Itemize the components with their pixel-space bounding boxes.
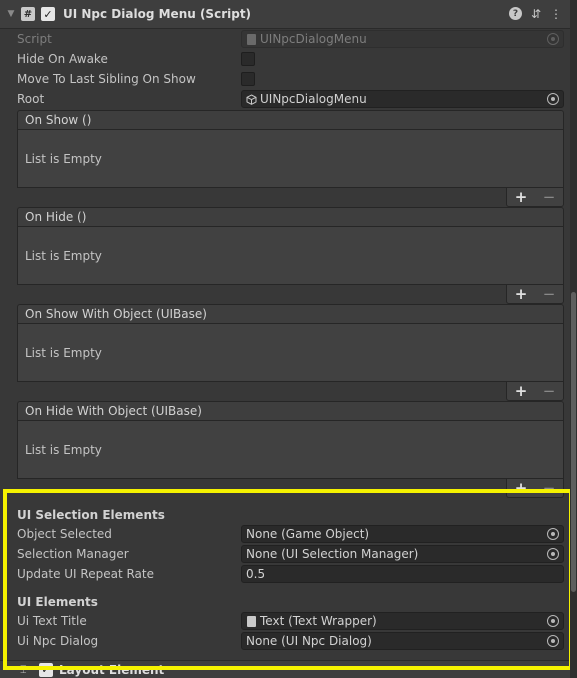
- elements-section-title: UI Elements: [17, 595, 98, 609]
- ui-text-title-value: Text (Text Wrapper): [260, 614, 377, 628]
- event-header[interactable]: On Show (): [17, 110, 564, 130]
- remove-event-button[interactable]: −: [543, 285, 556, 303]
- event-list-empty: List is Empty: [17, 130, 564, 188]
- ui-npc-dialog-row: Ui Npc Dialog None (UI Npc Dialog): [17, 631, 564, 651]
- update-repeat-rate-value: 0.5: [246, 567, 266, 581]
- next-component-title: Layout Element: [59, 662, 165, 677]
- object-selected-value: None (Game Object): [246, 527, 370, 541]
- selection-section-title: UI Selection Elements: [17, 508, 165, 522]
- component-title: UI Npc Dialog Menu (Script): [63, 7, 252, 21]
- add-event-button[interactable]: +: [515, 479, 528, 497]
- event-header[interactable]: On Hide (): [17, 207, 564, 227]
- presets-icon[interactable]: ⇵: [531, 7, 541, 21]
- ui-text-title-row: Ui Text Title Text (Text Wrapper): [17, 611, 564, 631]
- header-actions: ? ⇵ ⋮: [508, 7, 562, 21]
- remove-event-button[interactable]: −: [543, 188, 556, 206]
- update-repeat-rate-label[interactable]: Update UI Repeat Rate: [17, 567, 241, 581]
- gameobject-cube-icon: [246, 93, 257, 105]
- update-repeat-rate-row: Update UI Repeat Rate 0.5: [17, 564, 564, 584]
- selection-manager-label: Selection Manager: [17, 547, 129, 561]
- hide-on-awake-row: Hide On Awake: [17, 49, 564, 69]
- root-value: UINpcDialogMenu: [260, 92, 367, 106]
- event-footer: + −: [506, 382, 564, 401]
- selection-manager-field[interactable]: None (UI Selection Manager): [241, 545, 564, 563]
- event-footer: + −: [506, 285, 564, 304]
- selection-manager-value: None (UI Selection Manager): [246, 547, 419, 561]
- event-list-empty: List is Empty: [17, 421, 564, 479]
- scrollbar-track[interactable]: [570, 0, 577, 678]
- script-file-icon: [246, 33, 257, 45]
- object-selected-row: Object Selected None (Game Object): [17, 524, 564, 544]
- root-label: Root: [17, 92, 45, 106]
- event-on-hide-with-object: On Hide With Object (UIBase) List is Emp…: [17, 401, 564, 498]
- object-selected-label: Object Selected: [17, 527, 112, 541]
- event-on-hide: On Hide () List is Empty + −: [17, 207, 564, 304]
- ui-text-title-label: Ui Text Title: [17, 614, 87, 628]
- move-to-last-sibling-checkbox[interactable]: [241, 72, 255, 86]
- hide-on-awake-checkbox[interactable]: [241, 52, 255, 66]
- object-picker-icon[interactable]: [547, 93, 559, 105]
- event-on-show: On Show () List is Empty + −: [17, 110, 564, 207]
- script-icon: #: [21, 7, 35, 21]
- script-label: Script: [17, 32, 52, 46]
- selection-manager-row: Selection Manager None (UI Selection Man…: [17, 544, 564, 564]
- fold-arrow-icon[interactable]: ▼: [3, 9, 19, 19]
- ui-npc-dialog-field[interactable]: None (UI Npc Dialog): [241, 632, 564, 650]
- hide-on-awake-label: Hide On Awake: [17, 52, 108, 66]
- script-file-icon: [246, 615, 257, 627]
- event-list-empty: List is Empty: [17, 324, 564, 382]
- next-component-enabled-checkbox[interactable]: ✓: [39, 662, 53, 677]
- event-on-show-with-object: On Show With Object (UIBase) List is Emp…: [17, 304, 564, 401]
- event-footer: + −: [506, 479, 564, 498]
- object-picker-icon[interactable]: [547, 635, 559, 647]
- ui-npc-dialog-label: Ui Npc Dialog: [17, 634, 99, 648]
- ui-text-title-field[interactable]: Text (Text Wrapper): [241, 612, 564, 630]
- script-value: UINpcDialogMenu: [260, 32, 367, 46]
- object-picker-icon[interactable]: [547, 548, 559, 560]
- layout-element-icon: ⌶: [20, 662, 27, 676]
- component-header: ▼ # ✓ UI Npc Dialog Menu (Script) ? ⇵ ⋮: [0, 0, 570, 29]
- object-picker-icon[interactable]: [547, 528, 559, 540]
- event-header[interactable]: On Show With Object (UIBase): [17, 304, 564, 324]
- move-to-last-sibling-row: Move To Last Sibling On Show: [17, 69, 564, 89]
- next-component-header: ⌶ ✓ Layout Element: [0, 660, 570, 678]
- script-row: Script UINpcDialogMenu: [17, 29, 564, 49]
- remove-event-button[interactable]: −: [543, 382, 556, 400]
- event-footer: + −: [506, 188, 564, 207]
- move-to-last-sibling-label: Move To Last Sibling On Show: [17, 72, 196, 86]
- object-picker-icon: [547, 33, 559, 45]
- add-event-button[interactable]: +: [515, 382, 528, 400]
- root-field[interactable]: UINpcDialogMenu: [241, 90, 564, 108]
- add-event-button[interactable]: +: [515, 285, 528, 303]
- script-field: UINpcDialogMenu: [241, 30, 564, 48]
- root-row: Root UINpcDialogMenu: [17, 89, 564, 109]
- scrollbar-thumb[interactable]: [571, 292, 576, 592]
- object-selected-field[interactable]: None (Game Object): [241, 525, 564, 543]
- component-enabled-checkbox[interactable]: ✓: [41, 7, 55, 21]
- object-picker-icon[interactable]: [547, 615, 559, 627]
- remove-event-button[interactable]: −: [543, 479, 556, 497]
- update-repeat-rate-input[interactable]: 0.5: [241, 565, 564, 583]
- context-menu-icon[interactable]: ⋮: [550, 7, 562, 21]
- event-header[interactable]: On Hide With Object (UIBase): [17, 401, 564, 421]
- help-icon[interactable]: ?: [508, 7, 522, 20]
- event-list-empty: List is Empty: [17, 227, 564, 285]
- ui-npc-dialog-value: None (UI Npc Dialog): [246, 634, 372, 648]
- add-event-button[interactable]: +: [515, 188, 528, 206]
